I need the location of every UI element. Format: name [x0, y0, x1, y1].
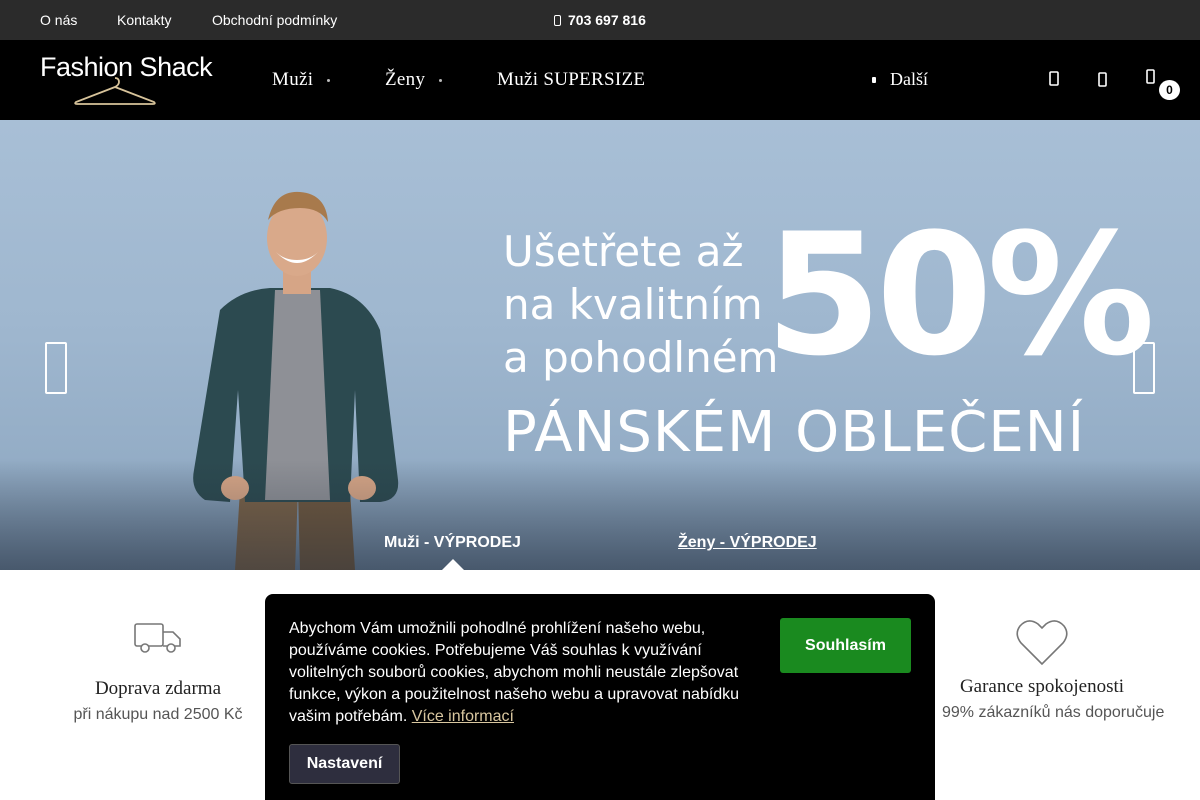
hanger-icon	[74, 77, 156, 105]
feature-free-shipping: Doprava zdarma při nákupu nad 2500 Kč	[58, 620, 258, 724]
feature-subtitle: 99% zákazníků nás doporučuje	[942, 704, 1165, 721]
cart-count-badge: 0	[1159, 80, 1180, 100]
nav-muzi-supersize-label: Muži SUPERSIZE	[497, 69, 646, 90]
chevron-down-icon	[327, 78, 331, 82]
hero-discount-percent: 50%	[765, 197, 1155, 393]
feature-title: Garance spokojenosti	[959, 676, 1125, 697]
nav-more[interactable]: Další	[872, 69, 928, 90]
cookie-more-info-link[interactable]: Více informací	[412, 708, 514, 725]
nav-muzi-supersize[interactable]: Muži SUPERSIZE	[497, 69, 645, 91]
link-kontakty[interactable]: Kontakty	[117, 12, 171, 28]
hero-headline-line-1: Ušetřete až	[503, 227, 744, 276]
hero-model-image	[193, 191, 399, 570]
user-icon[interactable]	[1094, 70, 1114, 90]
cookie-accept-button[interactable]: Souhlasím	[780, 618, 911, 673]
chevron-down-icon	[439, 78, 443, 82]
tab-zeny-vyprodej[interactable]: Ženy - VÝPRODEJ	[678, 534, 817, 552]
feature-subtitle: při nákupu nad 2500 Kč	[73, 706, 243, 723]
truck-icon	[134, 623, 181, 653]
search-icon[interactable]	[1045, 70, 1065, 90]
phone-number: 703 697 816	[568, 12, 646, 28]
nav-muzi[interactable]: Muži	[272, 69, 331, 91]
heart-icon	[1016, 620, 1068, 666]
nav-more-label: Další	[890, 69, 928, 89]
feature-satisfaction: Garance spokojenosti 99% zákazníků nás d…	[942, 620, 1165, 722]
top-bar: O nás Kontakty Obchodní podmínky 703 697…	[0, 0, 1200, 40]
tab-muzi-vyprodej[interactable]: Muži - VÝPRODEJ	[384, 534, 521, 552]
hero-headline: Ušetřete až na kvalitním a pohodlném	[503, 225, 778, 384]
carousel-next-button[interactable]	[1133, 342, 1155, 394]
phone-icon	[554, 14, 561, 26]
cookie-message: Abychom Vám umožnili pohodlné prohlížení…	[289, 620, 740, 725]
nav-zeny[interactable]: Ženy	[385, 69, 443, 91]
link-obchodni-podminky[interactable]: Obchodní podmínky	[212, 12, 337, 28]
more-icon	[872, 76, 876, 83]
logo[interactable]: Fashion Shack	[40, 52, 230, 108]
feature-title: Doprava zdarma	[94, 678, 222, 699]
main-header: Fashion Shack Muži Ženy Muži SUPERSIZE D…	[0, 40, 1200, 120]
nav-zeny-label: Ženy	[385, 69, 426, 90]
active-tab-indicator	[442, 559, 464, 570]
hero-headline-line-2: na kvalitním	[503, 280, 763, 329]
cookie-settings-button[interactable]: Nastavení	[289, 744, 400, 784]
link-o-nas[interactable]: O nás	[40, 12, 77, 28]
carousel-prev-button[interactable]	[45, 342, 67, 394]
hero-headline-line-3: a pohodlném	[503, 333, 779, 382]
cookie-text: Abychom Vám umožnili pohodlné prohlížení…	[289, 618, 759, 728]
hero-subline: PÁNSKÉM OBLEČENÍ	[503, 400, 1086, 465]
cookie-consent-dialog: Abychom Vám umožnili pohodlné prohlížení…	[265, 594, 935, 800]
phone-contact[interactable]: 703 697 816	[554, 12, 646, 28]
hero-banner[interactable]: Ušetřete až na kvalitním a pohodlném 50%…	[0, 120, 1200, 570]
nav-muzi-label: Muži	[272, 69, 314, 90]
